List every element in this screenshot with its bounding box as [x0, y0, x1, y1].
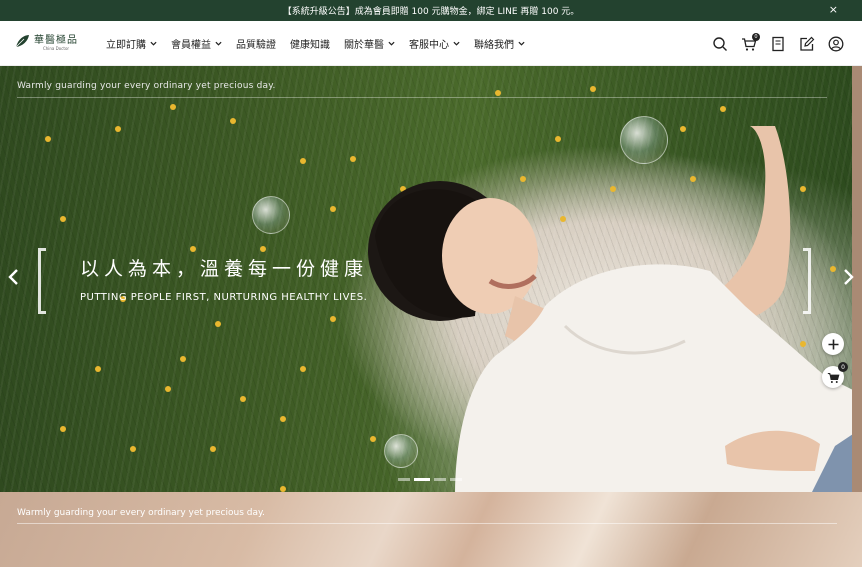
chevron-right-icon[interactable] — [840, 266, 856, 288]
carousel-dot[interactable] — [414, 478, 430, 481]
nav-item-label: 健康知識 — [290, 40, 330, 51]
flower-decoration — [60, 426, 66, 432]
chevron-down-icon — [518, 41, 525, 46]
flower-decoration — [590, 86, 596, 92]
flower-decoration — [130, 446, 136, 452]
logo[interactable]: 華醫極品 China Doctor — [14, 31, 78, 51]
hero-photo-person — [368, 126, 862, 492]
flower-decoration — [60, 216, 66, 222]
nav-item-6[interactable]: 聯絡我們 — [474, 36, 525, 51]
floating-add-button[interactable] — [822, 333, 844, 355]
plus-icon — [828, 339, 838, 349]
hero-subtitle: PUTTING PEOPLE FIRST, NURTURING HEALTHY … — [80, 292, 368, 303]
hero-divider — [17, 97, 827, 98]
nav-item-label: 聯絡我們 — [474, 40, 514, 51]
chevron-down-icon — [453, 41, 460, 46]
nav-item-0[interactable]: 立即訂購 — [106, 36, 157, 51]
floating-cart-button[interactable]: 0 — [822, 362, 848, 388]
flower-decoration — [495, 90, 501, 96]
flower-decoration — [180, 356, 186, 362]
carousel-dot[interactable] — [398, 478, 410, 481]
hero-banner[interactable]: Warmly guarding your every ordinary yet … — [0, 66, 862, 492]
flower-decoration — [260, 246, 266, 252]
flower-decoration — [240, 396, 246, 402]
nav-item-4[interactable]: 關於華醫 — [344, 36, 395, 51]
flower-decoration — [230, 118, 236, 124]
flower-decoration — [45, 136, 51, 142]
carousel-dots — [398, 478, 466, 481]
edit-button[interactable] — [799, 36, 815, 52]
flower-decoration — [330, 316, 336, 322]
announcement-bar: 【系統升級公告】成為會員即贈 100 元購物金，綁定 LINE 再贈 100 元… — [0, 0, 862, 21]
main-nav: 立即訂購 會員權益 品質驗證 健康知識 關於華醫 客服中心 聯絡我們 — [106, 21, 539, 66]
chevron-down-icon — [388, 41, 395, 46]
flower-decoration — [190, 246, 196, 252]
cart-icon — [827, 372, 839, 383]
flower-decoration — [330, 206, 336, 212]
nav-item-label: 客服中心 — [409, 40, 449, 51]
section2-divider — [17, 523, 837, 524]
flower-decoration — [280, 416, 286, 422]
bubble-decoration — [252, 196, 290, 234]
nav-item-label: 品質驗證 — [236, 40, 276, 51]
logo-subtitle: China Doctor — [42, 46, 70, 51]
leaf-logo-icon — [15, 35, 29, 48]
account-button[interactable] — [828, 36, 844, 52]
chevron-left-icon[interactable] — [6, 266, 22, 288]
site-header: 華醫極品 China Doctor 立即訂購 會員權益 品質驗證 健康知識 關於華醫 客服… — [0, 21, 862, 66]
nav-item-1[interactable]: 會員權益 — [171, 36, 222, 51]
flower-decoration — [210, 446, 216, 452]
announcement-text[interactable]: 【系統升級公告】成為會員即贈 100 元購物金，綁定 LINE 再贈 100 元… — [283, 4, 580, 17]
notebook-button[interactable] — [770, 36, 786, 52]
chevron-down-icon — [215, 41, 222, 46]
edit-icon — [800, 36, 815, 51]
search-icon — [713, 36, 727, 51]
search-button[interactable] — [712, 36, 728, 52]
nav-item-5[interactable]: 客服中心 — [409, 36, 460, 51]
flower-decoration — [115, 126, 121, 132]
chevron-down-icon — [150, 41, 157, 46]
flower-decoration — [720, 106, 726, 112]
user-icon — [828, 36, 844, 51]
bracket-left-decoration — [38, 248, 46, 314]
header-tools: 0 — [699, 21, 844, 66]
flower-decoration — [95, 366, 101, 372]
nav-item-label: 立即訂購 — [106, 40, 146, 51]
logo-name: 華醫極品 — [34, 35, 78, 46]
hero-title: 以人為本，溫養每一份健康 — [80, 258, 369, 280]
carousel-dot[interactable] — [434, 478, 446, 481]
nav-item-3[interactable]: 健康知識 — [290, 36, 330, 51]
section2-tagline: Warmly guarding your every ordinary yet … — [17, 508, 265, 518]
flower-decoration — [350, 156, 356, 162]
second-banner: Warmly guarding your every ordinary yet … — [0, 492, 862, 567]
book-icon — [772, 36, 784, 51]
bracket-right-decoration — [803, 248, 811, 314]
flower-decoration — [165, 386, 171, 392]
flower-decoration — [215, 321, 221, 327]
nav-item-label: 關於華醫 — [344, 40, 384, 51]
flower-decoration — [300, 366, 306, 372]
cart-count-badge: 0 — [752, 32, 760, 41]
flower-decoration — [300, 158, 306, 164]
flower-decoration — [170, 104, 176, 110]
cart-button[interactable]: 0 — [741, 32, 760, 52]
hero-tagline: Warmly guarding your every ordinary yet … — [17, 81, 276, 91]
nav-item-label: 會員權益 — [171, 40, 211, 51]
carousel-dot[interactable] — [450, 478, 462, 481]
floating-cart-count: 0 — [838, 362, 848, 372]
nav-item-2[interactable]: 品質驗證 — [236, 36, 276, 51]
close-icon[interactable]: × — [829, 3, 838, 16]
